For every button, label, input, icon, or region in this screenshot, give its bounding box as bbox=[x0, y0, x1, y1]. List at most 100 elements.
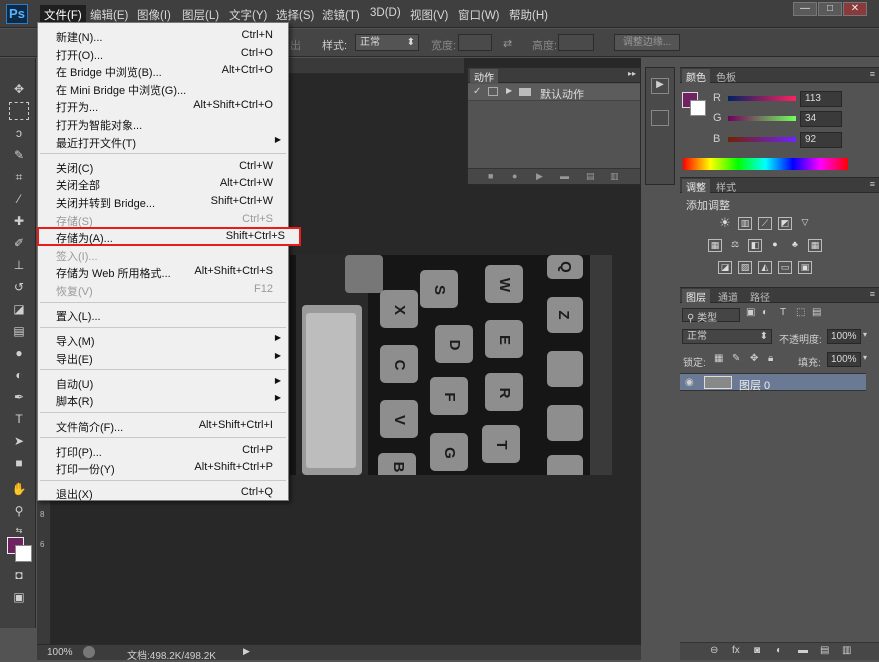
play-icon[interactable]: ▶ bbox=[536, 171, 543, 182]
healing-brush-icon[interactable]: ✚ bbox=[9, 212, 29, 230]
brush-tool-icon[interactable]: ✐ bbox=[9, 234, 29, 252]
history-brush-icon[interactable]: ↺ bbox=[9, 278, 29, 296]
lock-all-icon[interactable]: 🔒︎ bbox=[768, 353, 773, 364]
file-menu-item[interactable]: 打开(O)... Ctrl+O bbox=[38, 45, 288, 62]
delete-layer-icon[interactable]: ▥ bbox=[842, 645, 851, 656]
opacity-field[interactable]: 100% bbox=[827, 329, 861, 344]
eyedropper-tool-icon[interactable]: ⁄ bbox=[9, 190, 29, 208]
file-menu-item[interactable]: 在 Bridge 中浏览(B)... Alt+Ctrl+O bbox=[38, 62, 288, 79]
file-menu-item[interactable]: 置入(L)... bbox=[38, 306, 288, 323]
opacity-dropdown-icon[interactable]: ▾ bbox=[863, 330, 867, 339]
menu-select[interactable]: 选择(S) bbox=[276, 7, 314, 23]
status-menu-arrow-icon[interactable]: ▶ bbox=[243, 646, 250, 657]
file-menu-item[interactable]: 存储为 Web 所用格式... Alt+Shift+Ctrl+S bbox=[38, 263, 288, 280]
new-group-icon[interactable]: ▬ bbox=[798, 645, 808, 656]
adjustment-layer-icon[interactable]: ◐ bbox=[776, 645, 782, 656]
menu-type[interactable]: 文字(Y) bbox=[229, 7, 267, 23]
vibrance-icon[interactable]: ▽ bbox=[798, 217, 812, 230]
quick-mask-icon[interactable]: ◘ bbox=[9, 566, 29, 584]
hue-saturation-icon[interactable]: ▦ bbox=[708, 239, 722, 252]
invert-icon[interactable]: ◪ bbox=[718, 261, 732, 274]
background-color-swatch[interactable] bbox=[15, 545, 32, 562]
history-icon[interactable] bbox=[651, 110, 669, 126]
height-field[interactable] bbox=[558, 34, 594, 51]
shape-tool-icon[interactable]: ■ bbox=[9, 454, 29, 472]
pixel-filter-icon[interactable]: ▣ bbox=[746, 307, 755, 318]
lock-transparent-icon[interactable]: ▦ bbox=[714, 353, 723, 364]
file-menu-item[interactable]: 导入(M) ▶ bbox=[38, 331, 288, 348]
lock-pixels-icon[interactable]: ✎ bbox=[732, 353, 740, 364]
layer-filter-select[interactable]: ⚲ 类型 bbox=[682, 308, 740, 324]
add-mask-icon[interactable]: ◙ bbox=[754, 645, 760, 656]
type-filter-icon[interactable]: T bbox=[780, 307, 786, 318]
menu-help[interactable]: 帮助(H) bbox=[509, 7, 548, 23]
gradient-map-icon[interactable]: ▭ bbox=[778, 261, 792, 274]
tab-adjustments[interactable]: 调整 bbox=[682, 179, 710, 194]
tab-actions[interactable]: 动作 bbox=[470, 69, 498, 84]
file-menu-item[interactable]: 打开为智能对象... bbox=[38, 115, 288, 132]
style-select[interactable]: 正常 ⬍ bbox=[355, 34, 419, 51]
refine-edge-button[interactable]: 调整边缘... bbox=[614, 34, 680, 51]
stop-icon[interactable]: ■ bbox=[488, 171, 493, 181]
collapse-icon[interactable]: ▸▸ bbox=[628, 69, 636, 78]
brightness-icon[interactable]: ☀ bbox=[718, 216, 732, 230]
layer-style-icon[interactable]: fx bbox=[732, 645, 740, 656]
menu-edit[interactable]: 编辑(E) bbox=[90, 7, 128, 23]
file-menu-item[interactable]: 存储为(A)... Shift+Ctrl+S bbox=[37, 227, 301, 247]
fill-dropdown-icon[interactable]: ▾ bbox=[863, 353, 867, 362]
tab-channels[interactable]: 通道 bbox=[714, 289, 742, 304]
marquee-tool-icon[interactable] bbox=[9, 102, 29, 120]
file-menu-item[interactable]: 最近打开文件(T) ▶ bbox=[38, 133, 288, 150]
file-menu-item[interactable]: 打印(P)... Ctrl+P bbox=[38, 442, 288, 459]
link-layers-icon[interactable]: ⊖ bbox=[710, 645, 718, 656]
green-slider[interactable] bbox=[728, 116, 796, 121]
gradient-tool-icon[interactable]: ▤ bbox=[9, 322, 29, 340]
file-menu-item[interactable]: 自动(U) ▶ bbox=[38, 374, 288, 391]
curves-icon[interactable]: ⟋ bbox=[758, 217, 772, 230]
blue-value-field[interactable]: 92 bbox=[800, 132, 842, 148]
blur-tool-icon[interactable]: ● bbox=[9, 344, 29, 362]
blue-slider[interactable] bbox=[728, 137, 796, 142]
menu-layer[interactable]: 图层(L) bbox=[182, 7, 219, 23]
channel-mixer-icon[interactable]: ♣ bbox=[788, 239, 802, 252]
panel-menu-icon[interactable]: ≡ bbox=[870, 69, 875, 79]
menu-filter[interactable]: 滤镜(T) bbox=[322, 7, 360, 23]
file-menu-item[interactable]: 打开为... Alt+Shift+Ctrl+O bbox=[38, 97, 288, 114]
layer-row[interactable]: ◉ 图层 0 bbox=[680, 373, 866, 393]
menu-image[interactable]: 图像(I) bbox=[137, 7, 171, 23]
threshold-icon[interactable]: ◭ bbox=[758, 261, 772, 274]
maximize-button[interactable]: □ bbox=[818, 2, 842, 16]
dodge-tool-icon[interactable]: ◐ bbox=[9, 366, 29, 384]
red-slider[interactable] bbox=[728, 96, 796, 101]
tab-paths[interactable]: 路径 bbox=[746, 289, 774, 304]
menu-3d[interactable]: 3D(D) bbox=[370, 7, 401, 19]
file-menu-item[interactable]: 文件简介(F)... Alt+Shift+Ctrl+I bbox=[38, 417, 288, 434]
file-menu-item[interactable]: 关闭全部 Alt+Ctrl+W bbox=[38, 175, 288, 192]
pen-tool-icon[interactable]: ✒ bbox=[9, 388, 29, 406]
visibility-eye-icon[interactable]: ◉ bbox=[685, 377, 694, 388]
file-menu-item[interactable]: 脚本(R) ▶ bbox=[38, 391, 288, 408]
fill-field[interactable]: 100% bbox=[827, 352, 861, 367]
levels-icon[interactable]: ▥ bbox=[738, 217, 752, 230]
black-white-icon[interactable]: ◧ bbox=[748, 239, 762, 252]
zoom-tool-icon[interactable]: ⚲ bbox=[9, 502, 29, 520]
actions-play-icon[interactable]: ▶ bbox=[651, 78, 669, 94]
file-menu-item[interactable]: 导出(E) ▶ bbox=[38, 349, 288, 366]
file-menu-item[interactable]: 在 Mini Bridge 中浏览(G)... bbox=[38, 80, 288, 97]
dialog-toggle-icon[interactable] bbox=[488, 87, 498, 96]
exposure-icon[interactable]: ◩ bbox=[778, 217, 792, 230]
layer-name[interactable]: 图层 0 bbox=[739, 377, 770, 393]
tab-color[interactable]: 颜色 bbox=[682, 69, 710, 84]
screen-mode-icon[interactable]: ▣ bbox=[9, 588, 29, 606]
posterize-icon[interactable]: ▨ bbox=[738, 261, 752, 274]
file-menu-item[interactable]: 打印一份(Y) Alt+Shift+Ctrl+P bbox=[38, 459, 288, 476]
record-icon[interactable]: ● bbox=[512, 171, 517, 181]
green-value-field[interactable]: 34 bbox=[800, 111, 842, 127]
lock-position-icon[interactable]: ✥ bbox=[750, 353, 758, 364]
file-menu-item[interactable]: 关闭(C) Ctrl+W bbox=[38, 158, 288, 175]
zoom-level[interactable]: 100% bbox=[47, 647, 73, 658]
photo-filter-icon[interactable]: ● bbox=[768, 239, 782, 252]
eraser-tool-icon[interactable]: ◪ bbox=[9, 300, 29, 318]
quick-select-tool-icon[interactable]: ✎ bbox=[9, 146, 29, 164]
new-set-icon[interactable]: ▬ bbox=[560, 171, 569, 181]
